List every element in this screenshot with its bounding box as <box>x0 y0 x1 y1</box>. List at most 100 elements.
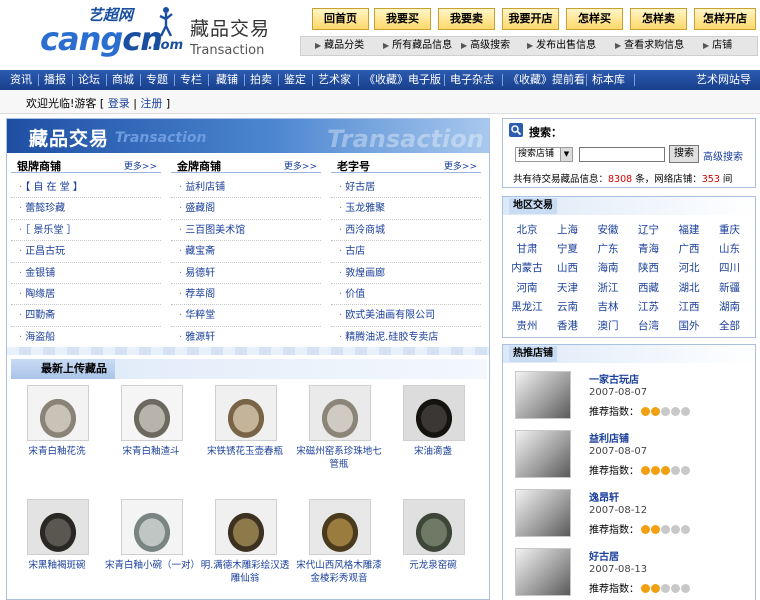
region-link[interactable]: 西藏 <box>629 279 669 298</box>
more-link[interactable]: 更多>> <box>284 159 317 172</box>
search-input[interactable] <box>579 147 665 162</box>
product-card[interactable]: 宋青白釉小碗（一对） <box>105 499 200 595</box>
product-card[interactable]: 宋代山西风格木雕漆金棱彩秀观音 <box>293 499 385 595</box>
product-caption[interactable]: 宋青白釉渣斗 <box>105 445 197 458</box>
product-photo[interactable] <box>121 385 183 441</box>
more-link[interactable]: 更多>> <box>124 159 157 172</box>
shop-link[interactable]: 益利店铺 <box>185 182 225 193</box>
region-link[interactable]: 辽宁 <box>629 221 669 240</box>
region-link[interactable]: 江苏 <box>629 298 669 317</box>
nav-news[interactable]: 资讯 <box>10 70 32 90</box>
product-photo[interactable] <box>403 499 465 555</box>
buy-button[interactable]: 我要买 <box>374 8 431 30</box>
product-photo[interactable] <box>215 385 277 441</box>
product-caption[interactable]: 宋油滴盏 <box>387 445 479 458</box>
shop-link[interactable]: ［ 景乐堂 ］ <box>25 225 76 236</box>
nav-forum[interactable]: 论坛 <box>78 70 100 90</box>
region-link[interactable]: 云南 <box>548 298 588 317</box>
register-link[interactable]: 注册 <box>140 97 162 110</box>
product-caption[interactable]: 明.满德木雕彩绘汉透雕仙翁 <box>199 559 291 585</box>
region-link[interactable]: 北京 <box>507 221 547 240</box>
shop-link[interactable]: 三百图美术馆 <box>185 225 245 236</box>
shop-link[interactable]: 好古居 <box>345 182 375 193</box>
shop-link[interactable]: 蕾懿珍藏 <box>25 203 65 214</box>
nav-artists[interactable]: 艺术家 <box>318 70 351 90</box>
shop-name-link[interactable]: 逸昂轩 <box>589 489 619 504</box>
search-type-select[interactable]: 搜索店铺 ▼ <box>515 147 573 162</box>
product-caption[interactable]: 宋磁州窑系珍珠地七管瓶 <box>293 445 385 471</box>
region-link[interactable]: 国外 <box>669 317 709 336</box>
product-photo[interactable] <box>309 385 371 441</box>
shop-link[interactable]: 荐萃阁 <box>185 289 215 300</box>
product-photo[interactable] <box>27 499 89 555</box>
product-card[interactable]: 宋黑釉褐斑碗 <box>11 499 103 595</box>
shop-link[interactable]: 西泠商城 <box>345 225 385 236</box>
shop-name-link[interactable]: 益利店铺 <box>589 430 629 445</box>
region-link[interactable]: 山西 <box>548 259 588 278</box>
shop-link[interactable]: 敦煌画廊 <box>345 268 385 279</box>
product-caption[interactable]: 宋黑釉褐斑碗 <box>11 559 103 572</box>
region-link[interactable]: 天津 <box>548 279 588 298</box>
region-link[interactable]: 广东 <box>588 240 628 259</box>
product-photo[interactable] <box>403 385 465 441</box>
shop-link[interactable]: 【 自 在 堂 】 <box>25 182 83 193</box>
region-link[interactable]: 香港 <box>548 317 588 336</box>
sell-button[interactable]: 我要卖 <box>438 8 495 30</box>
shop-photo[interactable] <box>515 548 571 596</box>
region-link[interactable]: 内蒙古 <box>507 259 547 278</box>
region-link[interactable]: 宁夏 <box>548 240 588 259</box>
nav-emagazine[interactable]: 电子杂志 <box>450 70 494 90</box>
login-link[interactable]: 登录 <box>108 97 130 110</box>
nav-art-sites[interactable]: 艺术网站导 <box>696 70 751 90</box>
region-link[interactable]: 福建 <box>669 221 709 240</box>
product-caption[interactable]: 元龙泉窑碗 <box>387 559 479 572</box>
product-card[interactable]: 宋铁锈花玉壶春瓶 <box>199 385 291 481</box>
nav-ebook[interactable]: 《收藏》电子版 <box>364 70 441 90</box>
region-link[interactable]: 新疆 <box>710 279 750 298</box>
product-card[interactable]: 宋磁州窑系珍珠地七管瓶 <box>293 385 385 481</box>
region-link[interactable]: 河南 <box>507 279 547 298</box>
sublink-categories[interactable]: ▶ 藏品分类 <box>315 37 364 55</box>
sublink-all-items[interactable]: ▶ 所有藏品信息 <box>383 37 452 55</box>
region-link[interactable]: 青海 <box>629 240 669 259</box>
region-link[interactable]: 浙江 <box>588 279 628 298</box>
sublink-wanted[interactable]: ▶ 查看求购信息 <box>615 37 684 55</box>
region-link[interactable]: 湖北 <box>669 279 709 298</box>
nav-mall[interactable]: 商城 <box>112 70 134 90</box>
product-photo[interactable] <box>309 499 371 555</box>
region-link[interactable]: 澳门 <box>588 317 628 336</box>
search-button[interactable]: 搜索 <box>669 145 699 163</box>
region-link[interactable]: 安徽 <box>588 221 628 240</box>
region-link[interactable]: 上海 <box>548 221 588 240</box>
nav-preview[interactable]: 《收藏》提前看 <box>508 70 585 90</box>
region-link[interactable]: 湖南 <box>710 298 750 317</box>
shop-photo[interactable] <box>515 430 571 478</box>
shop-photo[interactable] <box>515 371 571 419</box>
sublink-advanced-search[interactable]: ▶ 高级搜索 <box>461 37 510 55</box>
region-link[interactable]: 海南 <box>588 259 628 278</box>
shop-link[interactable]: 精腾油泥.硅胶专卖店 <box>345 332 438 343</box>
product-photo[interactable] <box>27 385 89 441</box>
nav-topics[interactable]: 专题 <box>146 70 168 90</box>
sublink-shops[interactable]: ▶ 店铺 <box>703 37 732 55</box>
shop-link[interactable]: 易德轩 <box>185 268 215 279</box>
shop-photo[interactable] <box>515 489 571 537</box>
shop-link[interactable]: 玉龙雅聚 <box>345 203 385 214</box>
nav-shops[interactable]: 藏铺 <box>216 70 238 90</box>
home-button[interactable]: 回首页 <box>312 8 369 30</box>
region-link[interactable]: 山东 <box>710 240 750 259</box>
shop-link[interactable]: 四勤斋 <box>25 310 55 321</box>
product-card[interactable]: 宋青白釉花洗 <box>11 385 103 481</box>
region-link[interactable]: 陕西 <box>629 259 669 278</box>
shop-link[interactable]: 海盗船 <box>25 332 55 343</box>
region-link[interactable]: 贵州 <box>507 317 547 336</box>
nav-specimens[interactable]: 标本库 <box>592 70 625 90</box>
shop-link[interactable]: 正昌古玩 <box>25 246 65 257</box>
region-link[interactable]: 四川 <box>710 259 750 278</box>
shop-link[interactable]: 藏宝斋 <box>185 246 215 257</box>
open-shop-button[interactable]: 我要开店 <box>502 8 559 30</box>
product-card[interactable]: 宋油滴盏 <box>387 385 479 481</box>
how-to-sell-button[interactable]: 怎样卖 <box>630 8 687 30</box>
sublink-post-sale[interactable]: ▶ 发布出售信息 <box>527 37 596 55</box>
region-link[interactable]: 重庆 <box>710 221 750 240</box>
